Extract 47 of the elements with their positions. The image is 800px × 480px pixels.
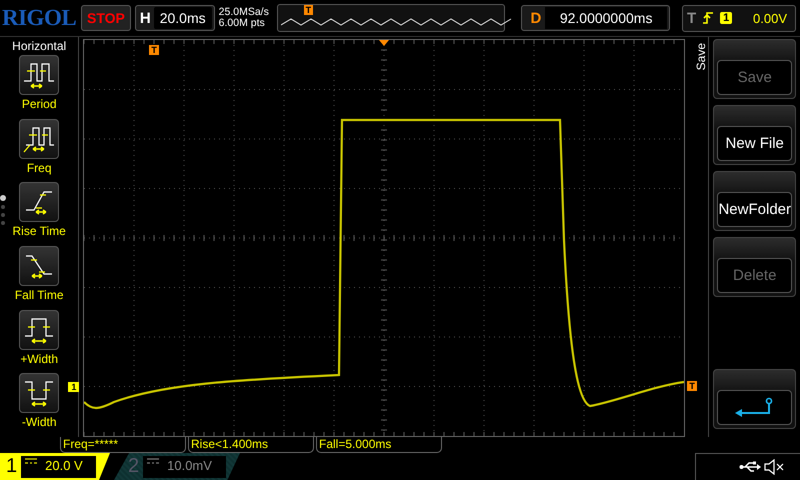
trigger-position-icon <box>379 40 390 46</box>
measure-label: Fall Time <box>14 288 64 302</box>
measure-label: Freq <box>26 160 52 175</box>
softkey-button[interactable]: NewFolder <box>713 171 796 231</box>
trigger-position-marker: T <box>149 45 159 55</box>
measurement-readout: Fall=5.000ms <box>316 437 442 453</box>
usb-icon <box>739 461 761 473</box>
timebase-value: 20.0ms <box>154 7 212 29</box>
measure-button[interactable] <box>19 182 60 222</box>
channel-scale: 20.0 V <box>45 458 83 472</box>
muted-speaker-icon <box>764 459 786 475</box>
delay-value: 92.0000000ms <box>545 7 667 29</box>
dc-coupling-icon <box>147 458 160 464</box>
sample-rate: 25.0MSa/s <box>218 7 270 18</box>
trigger-source: 1 <box>720 12 732 24</box>
trigger-label: T <box>687 10 696 26</box>
measure-button[interactable] <box>19 373 60 414</box>
channel-marker: 1 <box>68 382 80 392</box>
menu-title: Horizontal <box>12 39 66 53</box>
page-dot[interactable] <box>1 221 5 225</box>
measure-label: +Width <box>20 352 58 366</box>
run-stop-indicator[interactable]: STOP <box>81 5 131 31</box>
back-button[interactable] <box>713 369 796 429</box>
timebase-label: H <box>140 10 151 26</box>
dc-coupling-icon <box>25 458 38 464</box>
trigger-level-marker: T <box>687 381 697 391</box>
menu-title: Save <box>694 43 708 70</box>
memory-depth: 6.00M pts <box>218 18 266 29</box>
channel-tab[interactable]: 1 20.0 V <box>0 453 110 480</box>
measure-label: Rise Time <box>12 224 66 238</box>
measure-button[interactable] <box>19 118 60 159</box>
measure-button[interactable] <box>19 310 60 350</box>
trigger-level: 0.00V <box>753 10 787 26</box>
measure-button[interactable] <box>19 246 60 286</box>
trigger-position-marker: T <box>304 5 314 15</box>
page-dot[interactable] <box>1 205 5 209</box>
measure-label: -Width <box>22 415 56 430</box>
page-dot[interactable] <box>1 213 5 217</box>
channel-scale: 10.0mV <box>167 458 212 472</box>
measure-label: Period <box>22 97 57 111</box>
page-dot[interactable] <box>0 195 6 201</box>
brand-logo: RIGOL <box>2 5 77 31</box>
delay-label: D <box>530 10 542 26</box>
rising-edge-icon <box>702 11 714 25</box>
channel-tab[interactable]: 2 10.0mV <box>114 453 240 480</box>
softkey-button[interactable]: New File <box>713 105 796 165</box>
measure-button[interactable] <box>19 55 60 95</box>
